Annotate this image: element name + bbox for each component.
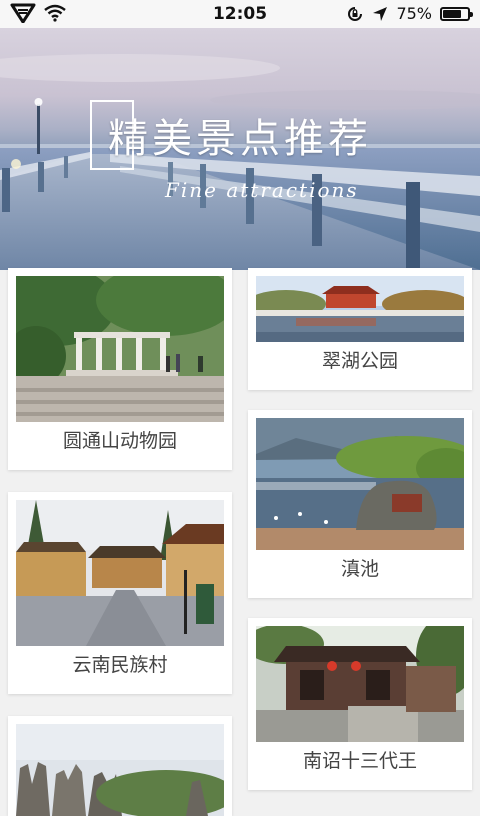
attraction-photo bbox=[256, 418, 464, 550]
attraction-card-yuantongshan-zoo[interactable]: 圆通山动物园 bbox=[8, 268, 232, 470]
attraction-name: 圆通山动物园 bbox=[62, 430, 177, 452]
attraction-name: 南诏十三代王 bbox=[302, 750, 417, 772]
status-bar: 12:05 75% bbox=[0, 0, 480, 28]
rotation-lock-icon bbox=[348, 6, 363, 21]
attraction-card-cuihu-park[interactable]: 翠湖公园 bbox=[248, 268, 472, 390]
attraction-name: 翠湖公园 bbox=[321, 350, 398, 372]
attraction-photo bbox=[16, 276, 224, 422]
attraction-name bbox=[8, 758, 232, 816]
banner-title: 精美景点推荐 bbox=[108, 116, 372, 162]
attraction-photo bbox=[16, 500, 224, 646]
battery-icon bbox=[440, 6, 473, 21]
battery-fill bbox=[443, 9, 461, 18]
attraction-card-yunnan-ethnic-village[interactable]: 云南民族村 bbox=[8, 492, 232, 694]
banner-subtitle: Fine attractions bbox=[165, 178, 359, 202]
hero-banner: 精美景点推荐 Fine attractions bbox=[0, 28, 480, 270]
attraction-name: 云南民族村 bbox=[72, 654, 168, 676]
attraction-photo bbox=[256, 626, 464, 742]
attraction-name: 滇池 bbox=[340, 558, 379, 580]
location-arrow-icon bbox=[373, 6, 388, 21]
battery-percent: 75% bbox=[396, 4, 432, 23]
attraction-card-nanzhao-thirteen-kings[interactable]: 南诏十三代王 bbox=[248, 618, 472, 790]
attraction-card-dianchi[interactable]: 滇池 bbox=[248, 410, 472, 598]
status-right: 75% bbox=[346, 4, 473, 23]
attraction-card-partial[interactable] bbox=[8, 716, 232, 816]
